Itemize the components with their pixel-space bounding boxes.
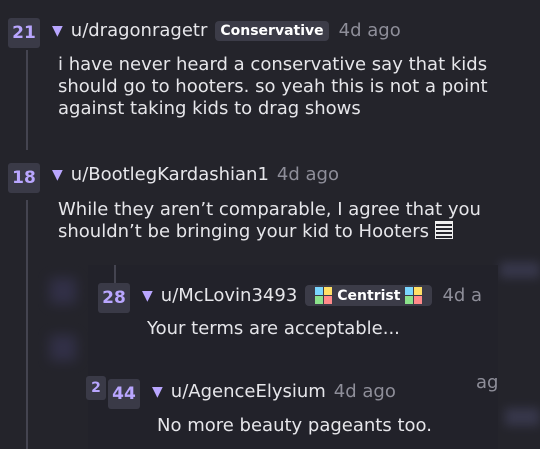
username-link[interactable]: u/BootlegKardashian1 (71, 164, 269, 185)
blurred-content (505, 408, 540, 426)
blurred-avatar (50, 335, 76, 361)
comment-meta: ▼ u/dragonragetr Conservative 4d ago (52, 20, 401, 41)
username-link[interactable]: u/dragonragetr (71, 20, 208, 41)
vote-count-badge[interactable]: 18 (8, 163, 40, 193)
comment-line: i have never heard a conservative say th… (58, 54, 488, 75)
comment-meta: ▼ u/BootlegKardashian1 4d ago (52, 164, 339, 185)
comment-line-text: shouldn’t be bringing your kid to Hooter… (58, 221, 430, 242)
comment-body: i have never heard a conservative say th… (58, 54, 488, 120)
thread-line (26, 50, 28, 150)
username-link[interactable]: u/AgenceElysium (171, 381, 326, 402)
comment-line: against taking kids to drag shows (58, 98, 361, 119)
comment-line: Your terms are acceptable... (147, 318, 400, 339)
collapse-caret-icon[interactable]: ▼ (52, 167, 63, 183)
comment-body: Your terms are acceptable... (147, 318, 400, 340)
comment-body: While they aren’t comparable, I agree th… (58, 199, 481, 243)
comment-age: 4d ago (338, 20, 401, 41)
blurred-avatar (50, 278, 76, 304)
comment-line: shouldn’t be bringing your kid to Hooter… (58, 221, 481, 243)
thread-line (114, 265, 116, 285)
collapse-caret-icon[interactable]: ▼ (52, 23, 63, 39)
user-flair: Centrist (305, 285, 433, 306)
user-flair-label: Centrist (337, 287, 401, 304)
comment-meta: ▼ u/McLovin3493 Centrist 4d a (142, 285, 482, 306)
comment-body: No more beauty pageants too. (157, 415, 432, 437)
peek-text: ag (476, 372, 499, 393)
comment-age: 4d ago (276, 164, 339, 185)
comment-age: 4d ago (333, 381, 396, 402)
collapse-caret-icon[interactable]: ▼ (142, 288, 153, 304)
comment-line: While they aren’t comparable, I agree th… (58, 199, 481, 220)
vote-count-badge[interactable]: 21 (8, 18, 40, 48)
collapse-caret-icon[interactable]: ▼ (152, 384, 163, 400)
comment-line: should go to hooters. so yeah this is no… (58, 76, 488, 97)
vote-count-badge-partial[interactable]: 2 (86, 376, 106, 400)
user-flair: Conservative (215, 20, 329, 41)
vote-count-badge[interactable]: 28 (98, 283, 130, 313)
four-square-tile-icon (315, 287, 333, 304)
book-icon (435, 221, 454, 239)
four-square-tile-icon (405, 287, 423, 304)
vote-count-badge[interactable]: 44 (108, 379, 140, 409)
comment-age: 4d a (442, 285, 483, 306)
comment-line: No more beauty pageants too. (157, 415, 432, 436)
comment-meta: ▼ u/AgenceElysium 4d ago (152, 381, 396, 402)
username-link[interactable]: u/McLovin3493 (161, 285, 298, 306)
thread-line (26, 200, 28, 449)
blurred-content (500, 262, 540, 278)
